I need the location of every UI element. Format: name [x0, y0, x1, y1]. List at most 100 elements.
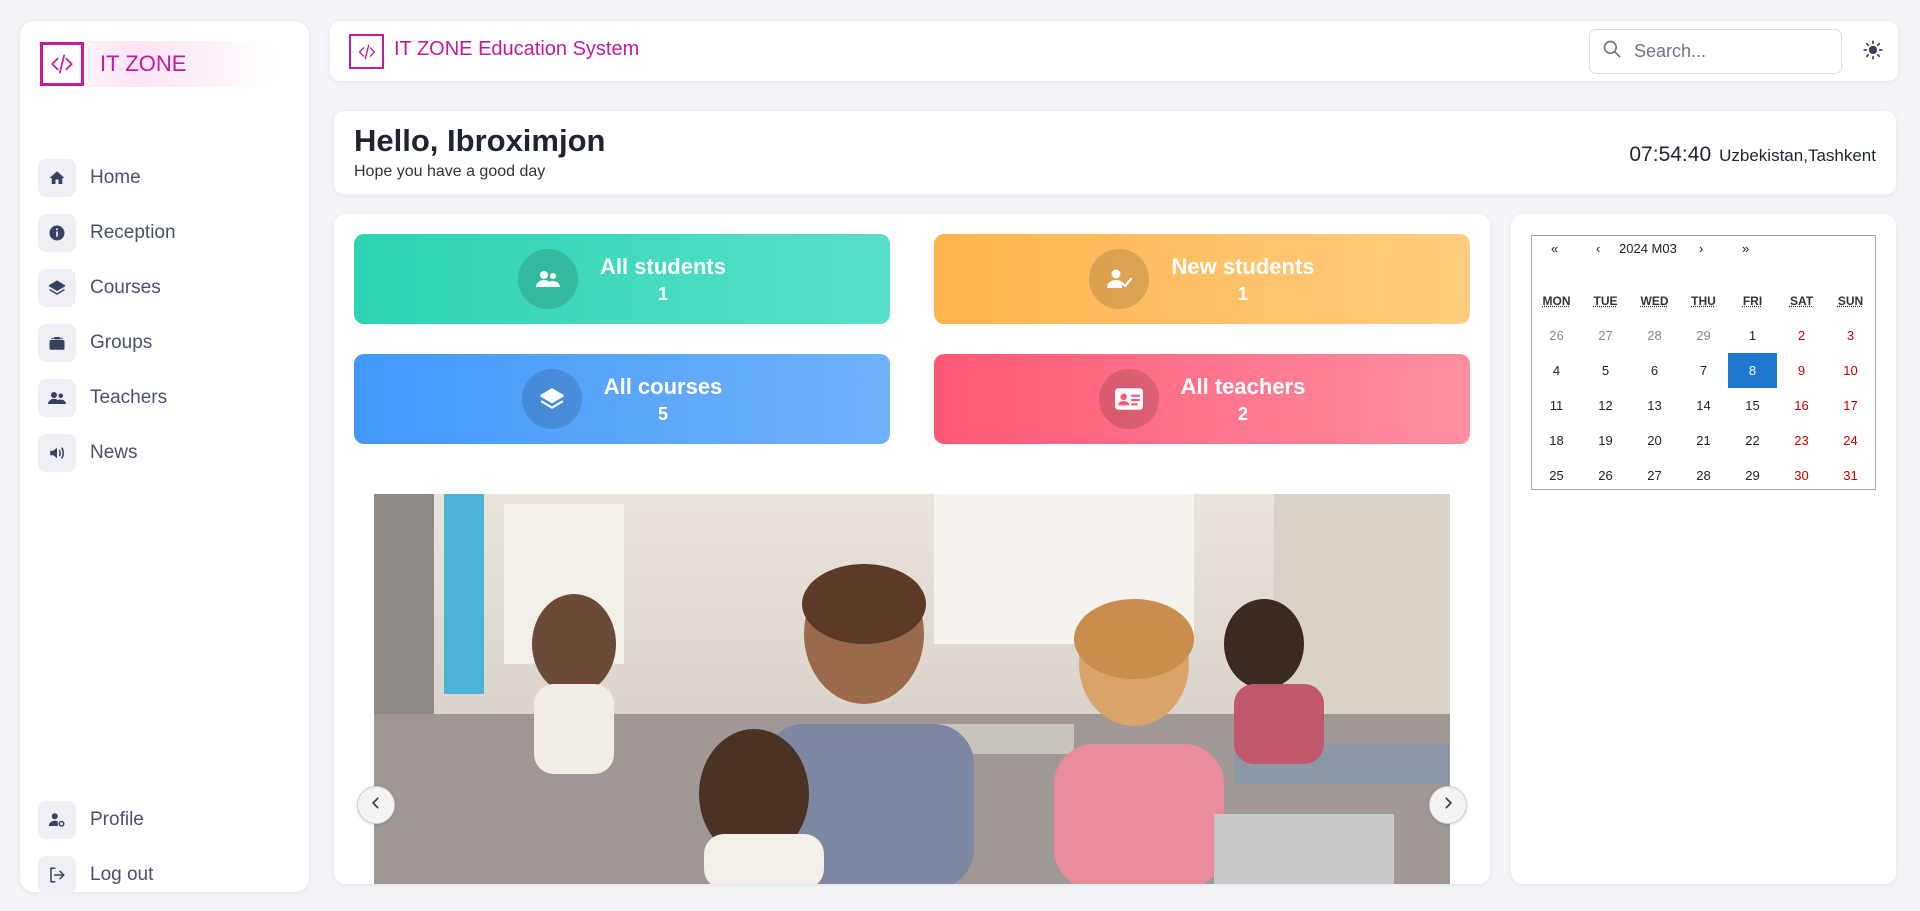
next-month-button[interactable]: ›	[1699, 241, 1703, 256]
stat-card-all-students[interactable]: All students 1	[354, 234, 890, 324]
weekday-label: FRI	[1742, 294, 1763, 308]
calendar-day[interactable]: 11	[1532, 388, 1581, 423]
weekday-label: TUE	[1593, 294, 1618, 308]
dashboard-main: All students 1 New students 1 All course…	[334, 214, 1490, 884]
sidebar-bottom-nav: Profile Log out	[38, 792, 288, 902]
users-icon	[38, 378, 76, 417]
sidebar-item-label: Reception	[90, 221, 176, 243]
next-year-button[interactable]: »	[1742, 241, 1749, 256]
weekday-label: THU	[1691, 294, 1716, 308]
sidebar-item-label: Log out	[90, 863, 154, 885]
topbar: IT ZONE Education System	[330, 21, 1898, 81]
brand[interactable]: IT ZONE	[40, 41, 280, 87]
calendar-day[interactable]: 16	[1777, 388, 1826, 423]
calendar-day[interactable]: 5	[1581, 353, 1630, 388]
calendar-day[interactable]: 27	[1581, 318, 1630, 353]
calendar-day[interactable]: 2	[1777, 318, 1826, 353]
stat-label: All students	[600, 253, 726, 279]
prev-month-button[interactable]: ‹	[1596, 241, 1600, 256]
calendar-day[interactable]: 26	[1581, 458, 1630, 493]
home-icon	[38, 158, 76, 197]
search-box[interactable]	[1589, 29, 1842, 74]
stat-card-all-courses[interactable]: All courses 5	[354, 354, 890, 444]
sidebar-item-news[interactable]: News	[38, 425, 288, 480]
id-card-icon	[1098, 369, 1159, 429]
app-title: IT ZONE Education System	[394, 38, 640, 60]
calendar-day[interactable]: 9	[1777, 353, 1826, 388]
calendar-month-label[interactable]: 2024 M03	[1619, 241, 1677, 256]
code-logo-icon	[40, 42, 84, 86]
calendar-day[interactable]: 30	[1777, 458, 1826, 493]
logout-icon	[38, 855, 76, 894]
calendar-week: 18 19 20 21 22 23 24	[1532, 423, 1875, 458]
sidebar-item-reception[interactable]: Reception	[38, 205, 288, 260]
sidebar-item-label: Groups	[90, 331, 153, 353]
calendar-day[interactable]: 3	[1826, 318, 1875, 353]
chevron-right-icon	[1441, 796, 1455, 815]
image-carousel	[374, 494, 1450, 884]
search-icon	[1602, 39, 1622, 64]
calendar-day[interactable]: 26	[1532, 318, 1581, 353]
calendar-day[interactable]: 4	[1532, 353, 1581, 388]
calendar-day[interactable]: 10	[1826, 353, 1875, 388]
sun-icon	[1863, 39, 1883, 65]
calendar-day[interactable]: 29	[1679, 318, 1728, 353]
calendar-grid: 26 27 28 29 1 2 3 4 5 6 7 8 9 10 11 12 1…	[1532, 318, 1875, 493]
stat-value: 5	[657, 403, 668, 424]
carousel-next-button[interactable]	[1429, 786, 1467, 824]
calendar-day[interactable]: 28	[1679, 458, 1728, 493]
calendar-day[interactable]: 28	[1630, 318, 1679, 353]
calendar-day[interactable]: 25	[1532, 458, 1581, 493]
calendar-day[interactable]: 13	[1630, 388, 1679, 423]
calendar-day[interactable]: 14	[1679, 388, 1728, 423]
sidebar-item-courses[interactable]: Courses	[38, 260, 288, 315]
greeting-card: Hello, Ibroximjon Hope you have a good d…	[334, 111, 1896, 194]
clock-time: 07:54:40	[1629, 143, 1712, 166]
calendar-day[interactable]: 24	[1826, 423, 1875, 458]
stat-card-new-students[interactable]: New students 1	[934, 234, 1470, 324]
stat-value: 1	[657, 283, 668, 304]
briefcase-icon	[38, 323, 76, 362]
calendar-day[interactable]: 29	[1728, 458, 1777, 493]
brand-name: IT ZONE	[100, 51, 187, 76]
stat-card-all-teachers[interactable]: All teachers 2	[934, 354, 1470, 444]
calendar-day[interactable]: 18	[1532, 423, 1581, 458]
calendar-day[interactable]: 21	[1679, 423, 1728, 458]
calendar-day[interactable]: 15	[1728, 388, 1777, 423]
weekday-label: MON	[1542, 294, 1571, 308]
greeting-subtitle: Hope you have a good day	[354, 163, 546, 180]
stat-value: 2	[1237, 403, 1248, 424]
calendar: « ‹ 2024 M03 › » MON TUE WED THU FRI SAT…	[1531, 235, 1876, 490]
calendar-day[interactable]: 19	[1581, 423, 1630, 458]
calendar-day[interactable]: 22	[1728, 423, 1777, 458]
calendar-day[interactable]: 31	[1826, 458, 1875, 493]
weekday-label: WED	[1640, 294, 1669, 308]
theme-toggle-button[interactable]	[1860, 39, 1886, 65]
user-check-icon	[1089, 249, 1150, 309]
calendar-week: 26 27 28 29 1 2 3	[1532, 318, 1875, 353]
code-logo-icon[interactable]	[349, 34, 384, 69]
sidebar-item-home[interactable]: Home	[38, 150, 288, 205]
weekday-label: SUN	[1837, 294, 1864, 308]
calendar-day[interactable]: 12	[1581, 388, 1630, 423]
calendar-day[interactable]: 17	[1826, 388, 1875, 423]
calendar-day[interactable]: 20	[1630, 423, 1679, 458]
sidebar-item-profile[interactable]: Profile	[38, 792, 288, 847]
layers-icon	[521, 369, 582, 429]
calendar-day[interactable]: 1	[1728, 318, 1777, 353]
calendar-week: 25 26 27 28 29 30 31	[1532, 458, 1875, 493]
calendar-day-selected[interactable]: 8	[1728, 353, 1777, 388]
calendar-day[interactable]: 6	[1630, 353, 1679, 388]
sidebar-item-label: Courses	[90, 276, 161, 298]
prev-year-button[interactable]: «	[1551, 241, 1558, 256]
calendar-day[interactable]: 23	[1777, 423, 1826, 458]
carousel-prev-button[interactable]	[357, 786, 395, 824]
sidebar-item-logout[interactable]: Log out	[38, 847, 288, 902]
search-input[interactable]	[1634, 41, 1834, 62]
sidebar-item-teachers[interactable]: Teachers	[38, 370, 288, 425]
sidebar: IT ZONE Home Reception Courses Groups Te…	[20, 21, 309, 894]
calendar-day[interactable]: 7	[1679, 353, 1728, 388]
calendar-day[interactable]: 27	[1630, 458, 1679, 493]
sidebar-item-groups[interactable]: Groups	[38, 315, 288, 370]
sidebar-item-label: Home	[90, 166, 141, 188]
